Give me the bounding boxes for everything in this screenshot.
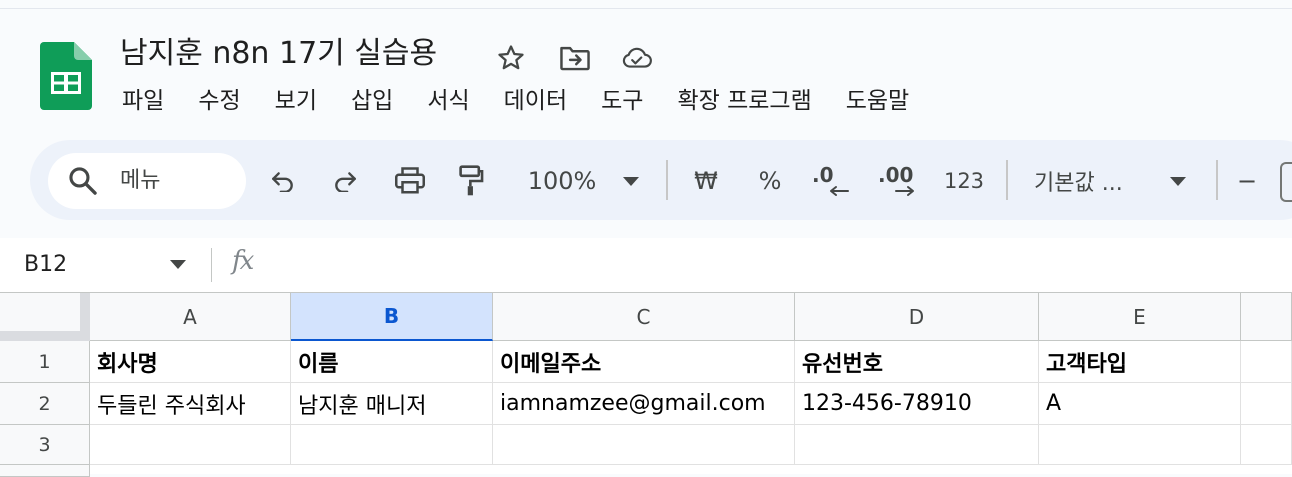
print-icon[interactable] xyxy=(390,160,430,202)
increase-decimal-label: .00 xyxy=(878,163,914,187)
menu-edit[interactable]: 수정 xyxy=(198,85,240,117)
decrease-decimal-label: .0 xyxy=(812,163,834,187)
google-sheets-logo-icon[interactable] xyxy=(40,42,92,110)
menu-format[interactable]: 서식 xyxy=(427,85,469,117)
column-header-e[interactable]: E xyxy=(1039,293,1241,341)
column-header-a[interactable]: A xyxy=(90,293,291,341)
menu-bar: 파일 수정 보기 삽입 서식 데이터 도구 확장 프로그램 도움말 xyxy=(122,84,943,118)
row-header-2[interactable]: 2 xyxy=(0,383,90,425)
cell-c1[interactable]: 이메일주소 xyxy=(493,341,795,383)
freeze-row-handle[interactable] xyxy=(0,331,90,341)
cell-b2[interactable]: 남지훈 매니저 xyxy=(291,383,493,425)
cell-e1[interactable]: 고객타입 xyxy=(1039,341,1241,383)
document-title[interactable]: 남지훈 n8n 17기 실습용 xyxy=(120,34,437,74)
fx-icon: fx xyxy=(232,246,254,276)
cell-a1[interactable]: 회사명 xyxy=(90,341,291,383)
column-header-f[interactable] xyxy=(1241,293,1292,341)
formula-bar xyxy=(0,238,1292,293)
window-top-edge xyxy=(0,0,1292,9)
currency-label: ₩ xyxy=(694,167,718,195)
cell-e2[interactable]: A xyxy=(1039,383,1241,425)
zoom-select[interactable]: 100% xyxy=(522,160,602,202)
arrow-left-icon xyxy=(830,186,849,196)
arrow-right-icon xyxy=(895,186,914,196)
font-select[interactable]: 기본값 ... xyxy=(1034,160,1144,202)
menu-data[interactable]: 데이터 xyxy=(504,85,567,117)
percent-format-button[interactable]: % xyxy=(754,160,786,202)
row-header-4[interactable] xyxy=(0,465,90,477)
cloud-saved-icon[interactable] xyxy=(621,42,653,74)
cell-c3[interactable] xyxy=(493,425,795,465)
number-format-label: 123 xyxy=(943,169,985,193)
minus-label: − xyxy=(1236,167,1258,195)
cell-f2[interactable] xyxy=(1241,383,1292,425)
menu-tools[interactable]: 도구 xyxy=(601,85,643,117)
menu-help[interactable]: 도움말 xyxy=(846,85,909,117)
font-dropdown-caret-icon[interactable] xyxy=(1166,160,1190,202)
cell-b3[interactable] xyxy=(291,425,493,465)
cell-d1[interactable]: 유선번호 xyxy=(795,341,1039,383)
toolbar-divider xyxy=(666,160,668,200)
cell-f3[interactable] xyxy=(1241,425,1292,465)
toolbar-divider xyxy=(1216,160,1218,200)
cell-c2[interactable]: iamnamzee@gmail.com xyxy=(493,383,795,425)
row-header-1[interactable]: 1 xyxy=(0,341,90,383)
zoom-value: 100% xyxy=(527,167,597,195)
name-box-dropdown-icon[interactable] xyxy=(170,260,186,269)
number-format-button[interactable]: 123 xyxy=(942,160,986,202)
menu-view[interactable]: 보기 xyxy=(275,85,317,117)
currency-format-button[interactable]: ₩ xyxy=(690,160,722,202)
cell-a3[interactable] xyxy=(90,425,291,465)
formula-bar-divider xyxy=(211,248,212,282)
zoom-dropdown-caret-icon[interactable] xyxy=(620,160,642,202)
star-icon[interactable] xyxy=(495,42,527,74)
decrease-font-size-button[interactable]: − xyxy=(1234,160,1260,202)
menu-file[interactable]: 파일 xyxy=(122,85,164,117)
increase-decimal-button[interactable]: .00 xyxy=(878,160,922,202)
font-value: 기본값 ... xyxy=(1034,171,1123,196)
cell-e3[interactable] xyxy=(1039,425,1241,465)
undo-icon[interactable] xyxy=(266,160,300,202)
move-to-folder-icon[interactable] xyxy=(559,42,591,74)
column-header-c[interactable]: C xyxy=(493,293,795,341)
cell-a2[interactable]: 두들린 주식회사 xyxy=(90,383,291,425)
column-header-b[interactable]: B xyxy=(291,293,493,341)
menu-extensions[interactable]: 확장 프로그램 xyxy=(677,85,811,117)
toolbar-divider xyxy=(1006,160,1008,200)
redo-icon[interactable] xyxy=(328,160,362,202)
menu-search-label: 메뉴 xyxy=(120,168,161,193)
cell-d3[interactable] xyxy=(795,425,1039,465)
decrease-decimal-button[interactable]: .0 xyxy=(812,160,854,202)
row-header-3[interactable]: 3 xyxy=(0,425,90,465)
font-size-input[interactable] xyxy=(1280,162,1292,202)
search-icon xyxy=(69,167,97,195)
cell-b1[interactable]: 이름 xyxy=(291,341,493,383)
paint-format-icon[interactable] xyxy=(454,160,488,202)
cell-f1[interactable] xyxy=(1241,341,1292,383)
menu-insert[interactable]: 삽입 xyxy=(351,85,393,117)
name-box[interactable]: B12 xyxy=(24,250,67,280)
cell-d2[interactable]: 123-456-78910 xyxy=(795,383,1039,425)
column-header-d[interactable]: D xyxy=(795,293,1039,341)
percent-label: % xyxy=(758,167,782,195)
